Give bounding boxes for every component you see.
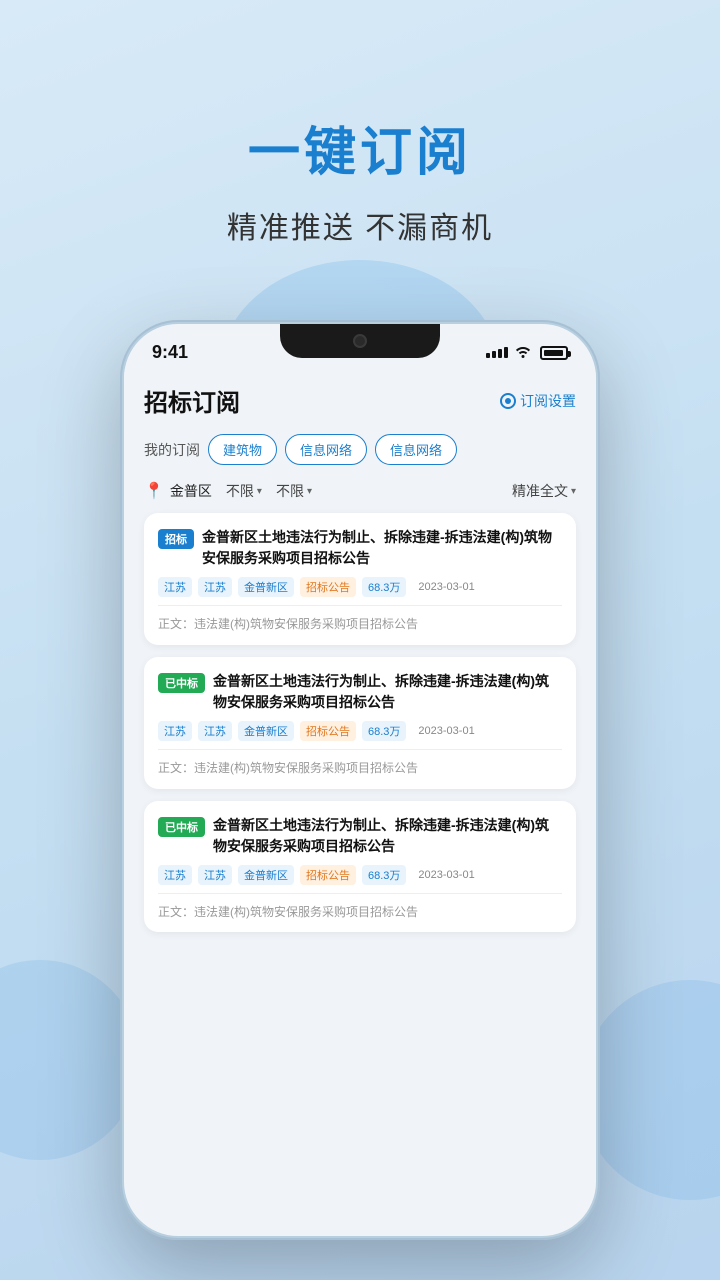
chevron-down-icon-0: ▾ [257,486,262,497]
card-tag-location: 金普新区 [238,865,294,885]
bg-blob-right [580,980,720,1200]
card-tag-location: 江苏 [158,721,192,741]
card-tag-date: 2023-03-01 [412,723,480,739]
card-title: 金普新区土地违法行为制止、拆除违建-拆违法建(构)筑物安保服务采购项目招标公告 [202,527,562,569]
card-tag-date: 2023-03-01 [412,579,480,595]
filter-dropdown-0[interactable]: 不限 ▾ [226,481,262,501]
card-preview: 正文：违法建(构)筑物安保服务采购项目招标公告 [158,760,562,777]
card-header: 招标 金普新区土地违法行为制止、拆除违建-拆违法建(构)筑物安保服务采购项目招标… [158,527,562,569]
card-tags: 江苏江苏金普新区招标公告68.3万2023-03-01 [158,577,562,597]
status-time: 9:41 [152,342,188,363]
card-tag-amount: 68.3万 [362,865,406,885]
card-header: 已中标 金普新区土地违法行为制止、拆除违建-拆违法建(构)筑物安保服务采购项目招… [158,815,562,857]
card-tag-location: 金普新区 [238,721,294,741]
filter-label-2: 精准全文 [512,481,568,501]
filter-label-0: 不限 [226,481,254,501]
card-tags: 江苏江苏金普新区招标公告68.3万2023-03-01 [158,721,562,741]
app-header: 招标订阅 订阅设置 [144,369,576,428]
status-icons [486,344,568,361]
card-tag-type: 招标公告 [300,865,356,885]
chevron-down-icon-1: ▾ [307,486,312,497]
phone-frame: 9:41 [120,320,600,1240]
card-tag-type: 招标公告 [300,721,356,741]
card-tag-location: 江苏 [198,721,232,741]
card-title: 金普新区土地违法行为制止、拆除违建-拆违法建(构)筑物安保服务采购项目招标公告 [213,671,562,713]
settings-icon [500,393,516,409]
status-badge: 已中标 [158,673,205,693]
hero-section: 一键订阅 精准推送 不漏商机 [0,0,720,247]
list-item[interactable]: 已中标 金普新区土地违法行为制止、拆除违建-拆违法建(构)筑物安保服务采购项目招… [144,801,576,933]
filter-label-1: 不限 [276,481,304,501]
signal-icon [486,347,508,358]
card-tag-location: 江苏 [158,577,192,597]
card-tag-amount: 68.3万 [362,721,406,741]
hero-title: 一键订阅 [0,110,720,185]
card-preview: 正文：违法建(构)筑物安保服务采购项目招标公告 [158,904,562,921]
hero-subtitle: 精准推送 不漏商机 [0,203,720,247]
card-divider [158,893,562,894]
filter-tab-0[interactable]: 建筑物 [208,434,277,465]
location-pin-icon: 📍 [144,481,164,501]
battery-icon [540,346,568,360]
bg-blob-left [0,960,140,1160]
filter-tabs: 我的订阅 建筑物 信息网络 信息网络 [144,428,576,475]
camera [353,334,367,348]
card-header: 已中标 金普新区土地违法行为制止、拆除违建-拆违法建(构)筑物安保服务采购项目招… [158,671,562,713]
chevron-down-icon-2: ▾ [571,486,576,497]
list-item[interactable]: 已中标 金普新区土地违法行为制止、拆除违建-拆违法建(构)筑物安保服务采购项目招… [144,657,576,789]
filter-tab-1[interactable]: 信息网络 [285,434,367,465]
status-badge: 已中标 [158,817,205,837]
filter-dropdown-2[interactable]: 精准全文 ▾ [512,481,576,501]
card-tag-location: 江苏 [158,865,192,885]
cards-container: 招标 金普新区土地违法行为制止、拆除违建-拆违法建(构)筑物安保服务采购项目招标… [144,513,576,932]
card-tag-location: 江苏 [198,577,232,597]
my-subscription-label: 我的订阅 [144,440,200,460]
card-tag-amount: 68.3万 [362,577,406,597]
app-title: 招标订阅 [144,383,240,418]
card-divider [158,749,562,750]
card-tag-type: 招标公告 [300,577,356,597]
app-content: 招标订阅 订阅设置 我的订阅 建筑物 信息网络 信息网络 [124,369,596,932]
phone-notch [280,324,440,358]
phone-mockup: 9:41 [120,320,600,1240]
card-tag-date: 2023-03-01 [412,867,480,883]
card-tag-location: 金普新区 [238,577,294,597]
card-tags: 江苏江苏金普新区招标公告68.3万2023-03-01 [158,865,562,885]
location-bar: 📍 金普区 不限 ▾ 不限 ▾ 精准全文 ▾ [144,475,576,513]
settings-button[interactable]: 订阅设置 [500,391,576,411]
card-preview: 正文：违法建(构)筑物安保服务采购项目招标公告 [158,616,562,633]
list-item[interactable]: 招标 金普新区土地违法行为制止、拆除违建-拆违法建(构)筑物安保服务采购项目招标… [144,513,576,645]
location-name: 金普区 [170,481,212,501]
filter-dropdown-1[interactable]: 不限 ▾ [276,481,312,501]
card-title: 金普新区土地违法行为制止、拆除违建-拆违法建(构)筑物安保服务采购项目招标公告 [213,815,562,857]
status-badge: 招标 [158,529,194,549]
card-tag-location: 江苏 [198,865,232,885]
card-divider [158,605,562,606]
phone-inner: 9:41 [124,324,596,1236]
filter-tab-2[interactable]: 信息网络 [375,434,457,465]
settings-label: 订阅设置 [520,391,576,411]
wifi-icon [514,344,532,361]
